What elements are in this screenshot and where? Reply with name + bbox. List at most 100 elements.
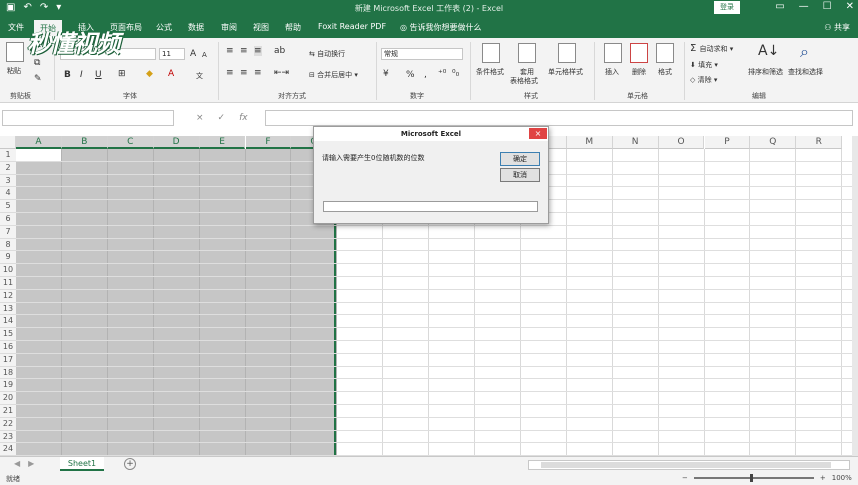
format-cells-icon[interactable] — [656, 43, 674, 63]
login-button[interactable]: 登录 — [714, 1, 740, 14]
column-header-a[interactable]: A — [16, 136, 62, 149]
cancel-icon[interactable]: × — [196, 113, 204, 123]
horizontal-scrollbar[interactable] — [528, 460, 850, 470]
align-top-icon[interactable]: ≡ — [226, 46, 234, 56]
maximize-icon[interactable]: ☐ — [823, 1, 832, 12]
row-header-15[interactable]: 15 — [0, 328, 16, 341]
formula-input[interactable] — [265, 110, 853, 126]
sort-filter-icon[interactable]: A↓ — [758, 43, 779, 59]
zoom-in-icon[interactable]: + — [820, 474, 826, 482]
row-header-2[interactable]: 2 — [0, 161, 16, 175]
fill-button[interactable]: ⬇ 填充 ▾ — [690, 60, 718, 70]
autosum-button[interactable]: Σ 自动求和 ▾ — [690, 43, 733, 54]
row-header-1[interactable]: 1 — [0, 149, 16, 162]
number-format-box[interactable]: 常规 — [381, 48, 463, 60]
conditional-format-label[interactable]: 条件格式 — [476, 67, 504, 77]
border-icon[interactable]: ⊞ — [118, 69, 126, 79]
column-header-e[interactable]: E — [199, 136, 246, 149]
clear-button[interactable]: ◇ 清除 ▾ — [690, 75, 717, 85]
row-header-3[interactable]: 3 — [0, 174, 16, 188]
currency-icon[interactable]: ¥ — [383, 69, 389, 79]
underline-button[interactable]: U — [95, 70, 102, 80]
column-header-r[interactable]: R — [796, 136, 843, 149]
merge-center-button[interactable]: ⊟ 合并后居中 ▾ — [309, 70, 358, 80]
tab-file[interactable]: 文件 — [8, 22, 24, 33]
share-button[interactable]: ⚇ 共享 — [824, 22, 850, 33]
conditional-format-icon[interactable] — [482, 43, 500, 63]
italic-button[interactable]: I — [80, 70, 83, 80]
align-bottom-icon[interactable]: ≡ — [254, 46, 262, 56]
row-header-5[interactable]: 5 — [0, 200, 16, 213]
percent-button[interactable]: % — [406, 70, 415, 80]
indent-icon[interactable]: ⇤⇥ — [274, 68, 289, 78]
tab-review[interactable]: 审阅 — [221, 22, 237, 33]
column-header-d[interactable]: D — [153, 136, 200, 149]
insert-function-icon[interactable]: fx — [239, 113, 248, 123]
row-header-20[interactable]: 20 — [0, 392, 16, 405]
format-painter-icon[interactable]: ✎ — [34, 74, 42, 84]
font-color-icon[interactable]: A — [168, 69, 174, 79]
column-header-q[interactable]: Q — [750, 136, 797, 149]
row-header-23[interactable]: 23 — [0, 430, 16, 444]
sort-filter-label[interactable]: 排序和筛选 — [748, 67, 783, 77]
find-select-label[interactable]: 查找和选择 — [788, 67, 823, 77]
fill-color-icon[interactable]: ◆ — [146, 69, 153, 79]
row-header-17[interactable]: 17 — [0, 353, 16, 367]
name-box[interactable] — [2, 110, 174, 126]
column-header-n[interactable]: N — [612, 136, 659, 149]
column-header-o[interactable]: O — [658, 136, 705, 149]
format-cells-label[interactable]: 格式 — [658, 67, 672, 77]
grow-font-button[interactable]: A — [190, 49, 196, 59]
shrink-font-button[interactable]: A — [202, 51, 207, 59]
row-header-6[interactable]: 6 — [0, 213, 16, 226]
align-right-icon[interactable]: ≡ — [254, 68, 262, 78]
format-as-table-icon[interactable] — [518, 43, 536, 63]
align-left-icon[interactable]: ≡ — [226, 68, 234, 78]
delete-cells-icon[interactable] — [630, 43, 648, 63]
row-header-21[interactable]: 21 — [0, 405, 16, 418]
select-all-corner[interactable] — [0, 136, 16, 149]
dialog-input[interactable] — [323, 201, 538, 212]
tab-view[interactable]: 视图 — [253, 22, 269, 33]
tab-help[interactable]: 帮助 — [285, 22, 301, 33]
prev-sheet-icon[interactable]: ◀ — [14, 459, 20, 468]
tab-foxit[interactable]: Foxit Reader PDF — [318, 22, 386, 31]
wrap-text-button[interactable]: ⇆ 自动换行 — [309, 49, 345, 59]
row-header-8[interactable]: 8 — [0, 238, 16, 252]
decrease-decimal-icon[interactable]: ⁰₀ — [452, 69, 459, 79]
column-header-m[interactable]: M — [566, 136, 613, 149]
row-header-4[interactable]: 4 — [0, 187, 16, 201]
insert-cells-label[interactable]: 插入 — [605, 67, 619, 77]
row-header-22[interactable]: 22 — [0, 417, 16, 431]
add-sheet-icon[interactable]: + — [124, 458, 136, 470]
row-header-18[interactable]: 18 — [0, 366, 16, 380]
row-header-9[interactable]: 9 — [0, 251, 16, 265]
paste-icon[interactable] — [6, 42, 24, 62]
minimize-icon[interactable]: — — [799, 1, 809, 12]
column-header-c[interactable]: C — [107, 136, 154, 149]
dialog-close-button[interactable]: × — [529, 128, 547, 139]
align-center-icon[interactable]: ≡ — [240, 68, 248, 78]
column-header-b[interactable]: B — [61, 136, 108, 149]
tab-formulas[interactable]: 公式 — [156, 22, 172, 33]
close-icon[interactable]: ✕ — [846, 1, 854, 12]
column-header-f[interactable]: F — [245, 136, 292, 149]
enter-icon[interactable]: ✓ — [218, 113, 226, 123]
row-header-11[interactable]: 11 — [0, 277, 16, 290]
row-header-24[interactable]: 24 — [0, 443, 16, 456]
sheet-tab[interactable]: Sheet1 — [60, 457, 104, 471]
delete-cells-label[interactable]: 删除 — [632, 67, 646, 77]
row-header-7[interactable]: 7 — [0, 225, 16, 239]
font-size-box[interactable]: 11 — [159, 48, 185, 60]
align-middle-icon[interactable]: ≡ — [240, 46, 248, 56]
magnifier-icon[interactable]: ⌕ — [800, 42, 809, 62]
zoom-slider[interactable] — [693, 474, 814, 482]
ribbon-options-icon[interactable]: ▭ — [775, 1, 784, 12]
row-header-12[interactable]: 12 — [0, 289, 16, 303]
scroll-thumb[interactable] — [541, 462, 831, 468]
cell-styles-label[interactable]: 单元格样式 — [548, 67, 583, 77]
comma-button[interactable]: , — [424, 70, 427, 80]
increase-decimal-icon[interactable]: ⁺⁰ — [438, 69, 446, 79]
column-header-p[interactable]: P — [704, 136, 751, 149]
row-header-16[interactable]: 16 — [0, 341, 16, 354]
